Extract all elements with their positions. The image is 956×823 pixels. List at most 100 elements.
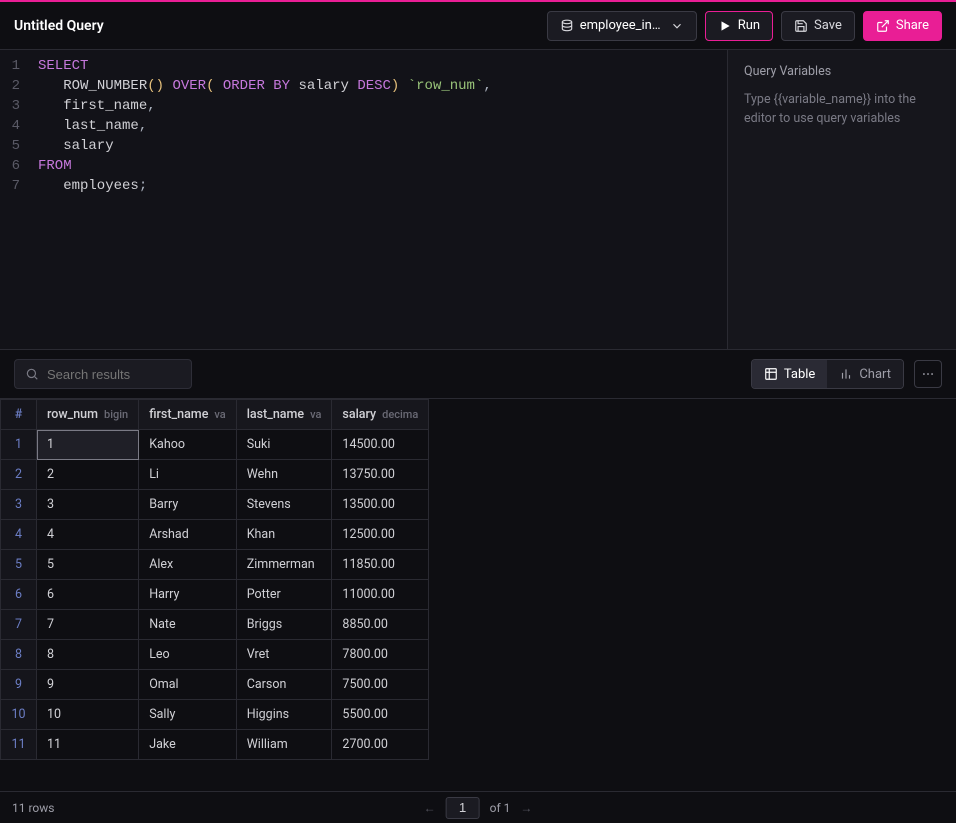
top-toolbar: Untitled Query employee_inform… Run Save… — [0, 0, 956, 50]
cell[interactable]: 6 — [37, 580, 139, 610]
cell[interactable]: 13500.00 — [332, 490, 429, 520]
cell[interactable]: Alex — [139, 550, 237, 580]
cell[interactable]: Potter — [236, 580, 332, 610]
query-title[interactable]: Untitled Query — [14, 18, 104, 34]
table-row[interactable]: 44ArshadKhan12500.00 — [1, 520, 429, 550]
cell[interactable]: Sally — [139, 700, 237, 730]
row-index[interactable]: 8 — [1, 640, 37, 670]
cell[interactable]: 5 — [37, 550, 139, 580]
cell[interactable]: Arshad — [139, 520, 237, 550]
cell[interactable]: 3 — [37, 490, 139, 520]
view-chart-label: Chart — [859, 367, 891, 382]
more-options-button[interactable] — [914, 360, 942, 388]
cell[interactable]: 14500.00 — [332, 430, 429, 460]
table-row[interactable]: 33BarryStevens13500.00 — [1, 490, 429, 520]
cell[interactable]: 11000.00 — [332, 580, 429, 610]
column-header[interactable]: last_nameva — [236, 400, 332, 430]
table-row[interactable]: 22LiWehn13750.00 — [1, 460, 429, 490]
row-index[interactable]: 9 — [1, 670, 37, 700]
results-footer: 11 rows ← of 1 → — [0, 791, 956, 823]
cell[interactable]: Zimmerman — [236, 550, 332, 580]
column-header[interactable]: salarydecima — [332, 400, 429, 430]
search-input[interactable] — [47, 367, 181, 382]
table-row[interactable]: 1010SallyHiggins5500.00 — [1, 700, 429, 730]
row-index[interactable]: 1 — [1, 430, 37, 460]
cell[interactable]: 9 — [37, 670, 139, 700]
save-button[interactable]: Save — [781, 11, 855, 41]
next-page-button[interactable]: → — [520, 801, 532, 815]
table-row[interactable]: 11KahooSuki14500.00 — [1, 430, 429, 460]
cell[interactable]: Vret — [236, 640, 332, 670]
table-row[interactable]: 55AlexZimmerman11850.00 — [1, 550, 429, 580]
run-button[interactable]: Run — [705, 11, 773, 41]
cell[interactable]: Harry — [139, 580, 237, 610]
cell[interactable]: Khan — [236, 520, 332, 550]
row-index[interactable]: 2 — [1, 460, 37, 490]
grid-header-row: # row_numbiginfirst_namevalast_namevasal… — [1, 400, 429, 430]
cell[interactable]: Barry — [139, 490, 237, 520]
cell[interactable]: Stevens — [236, 490, 332, 520]
cell[interactable]: Jake — [139, 730, 237, 760]
search-results-box[interactable] — [14, 359, 192, 389]
cell[interactable]: Kahoo — [139, 430, 237, 460]
cell[interactable]: 4 — [37, 520, 139, 550]
cell[interactable]: 5500.00 — [332, 700, 429, 730]
cell[interactable]: 1 — [37, 430, 139, 460]
database-label: employee_inform… — [580, 18, 664, 33]
column-header[interactable]: first_nameva — [139, 400, 237, 430]
row-index[interactable]: 3 — [1, 490, 37, 520]
cell[interactable]: 7500.00 — [332, 670, 429, 700]
results-toolbar: Table Chart — [0, 350, 956, 398]
cell[interactable]: 10 — [37, 700, 139, 730]
code-area[interactable]: SELECT ROW_NUMBER() OVER( ORDER BY salar… — [28, 56, 492, 349]
cell[interactable]: 11 — [37, 730, 139, 760]
cell[interactable]: 7800.00 — [332, 640, 429, 670]
row-index[interactable]: 7 — [1, 610, 37, 640]
row-index[interactable]: 5 — [1, 550, 37, 580]
share-button[interactable]: Share — [863, 11, 942, 41]
table-row[interactable]: 66HarryPotter11000.00 — [1, 580, 429, 610]
cell[interactable]: Omal — [139, 670, 237, 700]
table-row[interactable]: 99OmalCarson7500.00 — [1, 670, 429, 700]
query-variables-panel: Query Variables Type {{variable_name}} i… — [728, 50, 956, 349]
cell[interactable]: William — [236, 730, 332, 760]
table-row[interactable]: 88LeoVret7800.00 — [1, 640, 429, 670]
cell[interactable]: 2 — [37, 460, 139, 490]
cell[interactable]: 11850.00 — [332, 550, 429, 580]
view-table-button[interactable]: Table — [752, 360, 827, 388]
cell[interactable]: 8850.00 — [332, 610, 429, 640]
cell[interactable]: Briggs — [236, 610, 332, 640]
cell[interactable]: Leo — [139, 640, 237, 670]
sql-editor[interactable]: 1234567 SELECT ROW_NUMBER() OVER( ORDER … — [0, 50, 728, 349]
page-input[interactable] — [446, 797, 480, 819]
row-index[interactable]: 6 — [1, 580, 37, 610]
table-icon — [764, 367, 778, 381]
cell[interactable]: 8 — [37, 640, 139, 670]
variables-title: Query Variables — [744, 64, 940, 79]
cell[interactable]: Higgins — [236, 700, 332, 730]
cell[interactable]: Nate — [139, 610, 237, 640]
row-index[interactable]: 4 — [1, 520, 37, 550]
cell[interactable]: Li — [139, 460, 237, 490]
column-header[interactable]: row_numbigin — [37, 400, 139, 430]
database-picker[interactable]: employee_inform… — [547, 11, 697, 41]
table-row[interactable]: 1111JakeWilliam2700.00 — [1, 730, 429, 760]
prev-page-button[interactable]: ← — [424, 801, 436, 815]
cell[interactable]: 13750.00 — [332, 460, 429, 490]
line-gutter: 1234567 — [0, 56, 28, 349]
cell[interactable]: 2700.00 — [332, 730, 429, 760]
chart-icon — [839, 367, 853, 381]
index-column-header[interactable]: # — [1, 400, 37, 430]
view-chart-button[interactable]: Chart — [827, 360, 903, 388]
cell[interactable]: 12500.00 — [332, 520, 429, 550]
cell[interactable]: Wehn — [236, 460, 332, 490]
run-label: Run — [738, 18, 760, 33]
row-index[interactable]: 10 — [1, 700, 37, 730]
results-grid: # row_numbiginfirst_namevalast_namevasal… — [0, 398, 956, 760]
view-toggle: Table Chart — [751, 359, 904, 389]
cell[interactable]: Carson — [236, 670, 332, 700]
cell[interactable]: 7 — [37, 610, 139, 640]
table-row[interactable]: 77NateBriggs8850.00 — [1, 610, 429, 640]
cell[interactable]: Suki — [236, 430, 332, 460]
row-index[interactable]: 11 — [1, 730, 37, 760]
